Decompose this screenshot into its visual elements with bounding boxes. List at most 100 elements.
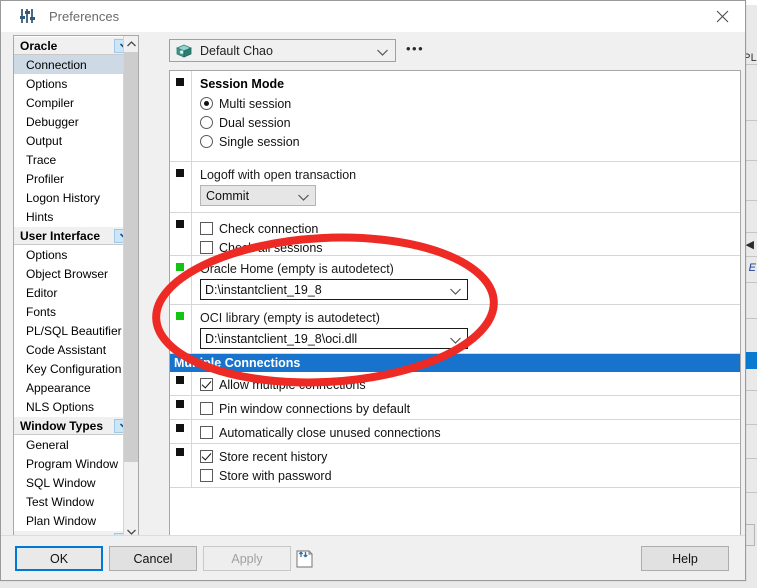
radio-icon[interactable] xyxy=(200,97,213,110)
checkbox-store-recent-history[interactable]: Store recent history xyxy=(200,447,740,466)
checkbox-label: Automatically close unused connections xyxy=(219,425,441,440)
sidebar-item-label: Editor xyxy=(26,285,58,300)
checkbox-label: Check all sessions xyxy=(219,240,323,255)
checkbox-store-with-password[interactable]: Store with password xyxy=(200,466,740,485)
sidebar-item-key-configuration[interactable]: Key Configuration xyxy=(14,359,138,378)
sidebar-item-appearance[interactable]: Appearance xyxy=(14,378,138,397)
sidebar-item-object-browser[interactable]: Object Browser xyxy=(14,264,138,283)
sidebar-scrollbar[interactable] xyxy=(123,36,138,539)
sidebar-item-logon-history[interactable]: Logon History xyxy=(14,188,138,207)
checkbox-icon[interactable] xyxy=(200,450,213,463)
radio-label: Single session xyxy=(219,134,300,149)
dialog-body: Oracle Connection Options Compiler Debug… xyxy=(1,32,745,540)
sidebar-group-window-types[interactable]: Window Types xyxy=(14,416,138,435)
checkbox-check-connection[interactable]: Check connection xyxy=(200,219,740,238)
sidebar-group-user-interface[interactable]: User Interface xyxy=(14,226,138,245)
sidebar-item-profiler[interactable]: Profiler xyxy=(14,169,138,188)
sidebar-item-general[interactable]: General xyxy=(14,435,138,454)
close-icon[interactable] xyxy=(700,1,745,32)
sidebar-item-program-window[interactable]: Program Window xyxy=(14,454,138,473)
sidebar-item-compiler[interactable]: Compiler xyxy=(14,93,138,112)
scrollbar-thumb[interactable] xyxy=(124,52,138,462)
sidebar-item-label: Options xyxy=(26,247,68,262)
chevron-down-icon[interactable] xyxy=(450,333,461,347)
section-marker-icon xyxy=(176,376,184,384)
checkbox-icon[interactable] xyxy=(200,241,213,254)
checkbox-label: Check connection xyxy=(219,221,319,236)
sidebar-item-label: Debugger xyxy=(26,114,79,129)
sidebar-group-label: Window Types xyxy=(20,418,104,433)
section-session-mode: Session Mode Multi session Dual session … xyxy=(170,71,740,162)
ok-button[interactable]: OK xyxy=(15,546,103,571)
chevron-down-icon[interactable] xyxy=(377,45,388,59)
checkbox-icon[interactable] xyxy=(200,469,213,482)
checkbox-auto-close-unused-connections[interactable]: Automatically close unused connections xyxy=(200,423,740,442)
sidebar-group-oracle[interactable]: Oracle xyxy=(14,36,138,55)
section-marker-icon xyxy=(176,424,184,432)
import-export-preferences-icon[interactable] xyxy=(293,547,317,571)
oracle-home-input[interactable]: D:\instantclient_19_8 xyxy=(200,279,468,300)
sidebar-item-trace[interactable]: Trace xyxy=(14,150,138,169)
sidebar-item-nls-options[interactable]: NLS Options xyxy=(14,397,138,416)
sidebar-item-test-window[interactable]: Test Window xyxy=(14,492,138,511)
sidebar-item-label: Options xyxy=(26,76,68,91)
dialog-button-bar: OK Cancel Apply Help xyxy=(1,535,745,580)
help-button[interactable]: Help xyxy=(641,546,729,571)
dialog-title-bar: Preferences xyxy=(1,1,745,32)
sidebar-item-label: Logon History xyxy=(26,190,101,205)
sidebar-item-ui-options[interactable]: Options xyxy=(14,245,138,264)
section-marker-icon xyxy=(176,220,184,228)
oci-library-value: D:\instantclient_19_8\oci.dll xyxy=(205,331,358,346)
sidebar-item-connection[interactable]: Connection xyxy=(14,55,138,74)
checkbox-check-all-sessions[interactable]: Check all sessions xyxy=(200,238,740,257)
chevron-down-icon[interactable] xyxy=(298,190,309,204)
cancel-button[interactable]: Cancel xyxy=(109,546,197,571)
checkbox-allow-multiple-connections[interactable]: Allow multiple connections xyxy=(200,375,740,394)
sidebar-item-options[interactable]: Options xyxy=(14,74,138,93)
sidebar-item-fonts[interactable]: Fonts xyxy=(14,302,138,321)
radio-icon[interactable] xyxy=(200,116,213,129)
radio-multi-session[interactable]: Multi session xyxy=(200,94,740,113)
radio-icon[interactable] xyxy=(200,135,213,148)
sidebar-item-plan-window[interactable]: Plan Window xyxy=(14,511,138,530)
connection-profile-select[interactable]: Default Chao xyxy=(169,39,396,62)
sidebar-item-label: Compiler xyxy=(26,95,75,110)
sidebar-item-label: Plan Window xyxy=(26,513,97,528)
radio-single-session[interactable]: Single session xyxy=(200,132,740,151)
chevron-up-icon[interactable] xyxy=(124,36,138,51)
section-logoff-transaction: Logoff with open transaction Commit xyxy=(170,162,740,213)
checkbox-pin-window-connections[interactable]: Pin window connections by default xyxy=(200,399,740,418)
checkbox-label: Allow multiple connections xyxy=(219,377,366,392)
checkbox-label: Store recent history xyxy=(219,449,328,464)
chevron-down-icon[interactable] xyxy=(450,284,461,298)
checkbox-icon[interactable] xyxy=(200,378,213,391)
logoff-transaction-select[interactable]: Commit xyxy=(200,185,316,206)
sidebar-item-code-assistant[interactable]: Code Assistant xyxy=(14,340,138,359)
sidebar-item-debugger[interactable]: Debugger xyxy=(14,112,138,131)
sliders-icon xyxy=(19,7,41,25)
preferences-dialog: Preferences Oracle Connection Options Co… xyxy=(0,0,746,581)
sidebar-item-sql-window[interactable]: SQL Window xyxy=(14,473,138,492)
sidebar-group-label: Oracle xyxy=(20,38,58,53)
section-modified-marker-icon xyxy=(176,312,184,320)
more-options-button[interactable]: ••• xyxy=(406,42,424,55)
package-icon xyxy=(175,43,193,59)
section-title: Session Mode xyxy=(200,77,285,91)
radio-dual-session[interactable]: Dual session xyxy=(200,113,740,132)
sidebar-item-label: Program Window xyxy=(26,456,119,471)
preferences-category-tree[interactable]: Oracle Connection Options Compiler Debug… xyxy=(13,35,139,540)
sidebar-item-editor[interactable]: Editor xyxy=(14,283,138,302)
logoff-transaction-value: Commit xyxy=(206,188,250,203)
sidebar-item-hints[interactable]: Hints xyxy=(14,207,138,226)
section-oci-library: OCI library (empty is autodetect) D:\ins… xyxy=(170,305,740,354)
checkbox-icon[interactable] xyxy=(200,402,213,415)
radio-label: Multi session xyxy=(219,96,292,111)
section-marker-icon xyxy=(176,400,184,408)
sidebar-item-plsql-beautifier[interactable]: PL/SQL Beautifier xyxy=(14,321,138,340)
oci-library-input[interactable]: D:\instantclient_19_8\oci.dll xyxy=(200,328,468,349)
sidebar-group-label: User Interface xyxy=(20,228,101,243)
section-check-connection: Check connection Check all sessions xyxy=(170,213,740,256)
checkbox-icon[interactable] xyxy=(200,222,213,235)
checkbox-icon[interactable] xyxy=(200,426,213,439)
sidebar-item-output[interactable]: Output xyxy=(14,131,138,150)
